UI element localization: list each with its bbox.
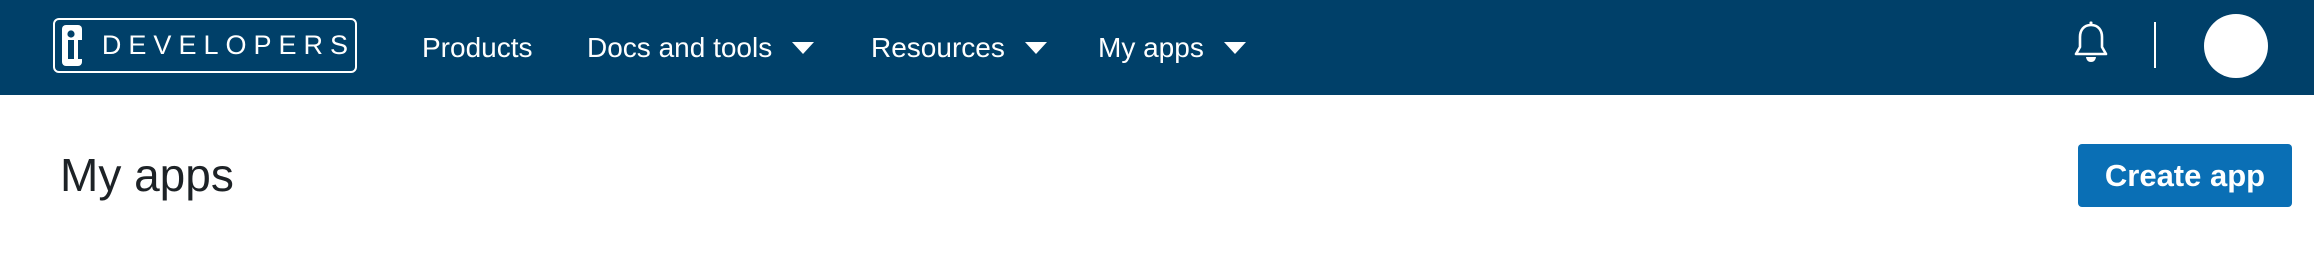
chevron-down-icon (1223, 42, 1246, 54)
nav-resources[interactable]: Resources (871, 28, 1047, 68)
nav-docs-and-tools[interactable]: Docs and tools (587, 28, 815, 68)
nav-resources-label: Resources (871, 32, 1005, 63)
nav-my-apps-label: My apps (1098, 32, 1204, 63)
top-navigation-bar: DEVELOPERS Products Docs and tools Resou… (0, 0, 2314, 95)
nav-docs-and-tools-label: Docs and tools (587, 32, 773, 63)
page-title: My apps (60, 149, 234, 201)
bell-icon[interactable] (2071, 21, 2111, 65)
linkedin-in-logo-icon (62, 25, 97, 66)
chevron-down-icon (1024, 42, 1047, 54)
nav-products[interactable]: Products (422, 28, 533, 68)
nav-my-apps[interactable]: My apps (1098, 28, 1246, 68)
nav-products-label: Products (422, 32, 533, 63)
avatar[interactable] (2204, 14, 2268, 78)
developers-wordmark: DEVELOPERS (101, 30, 355, 60)
header-divider (2154, 22, 2156, 68)
chevron-down-icon (792, 42, 815, 54)
linkedin-developers-logo[interactable]: DEVELOPERS (53, 18, 357, 73)
create-app-button[interactable]: Create app (2078, 144, 2292, 207)
